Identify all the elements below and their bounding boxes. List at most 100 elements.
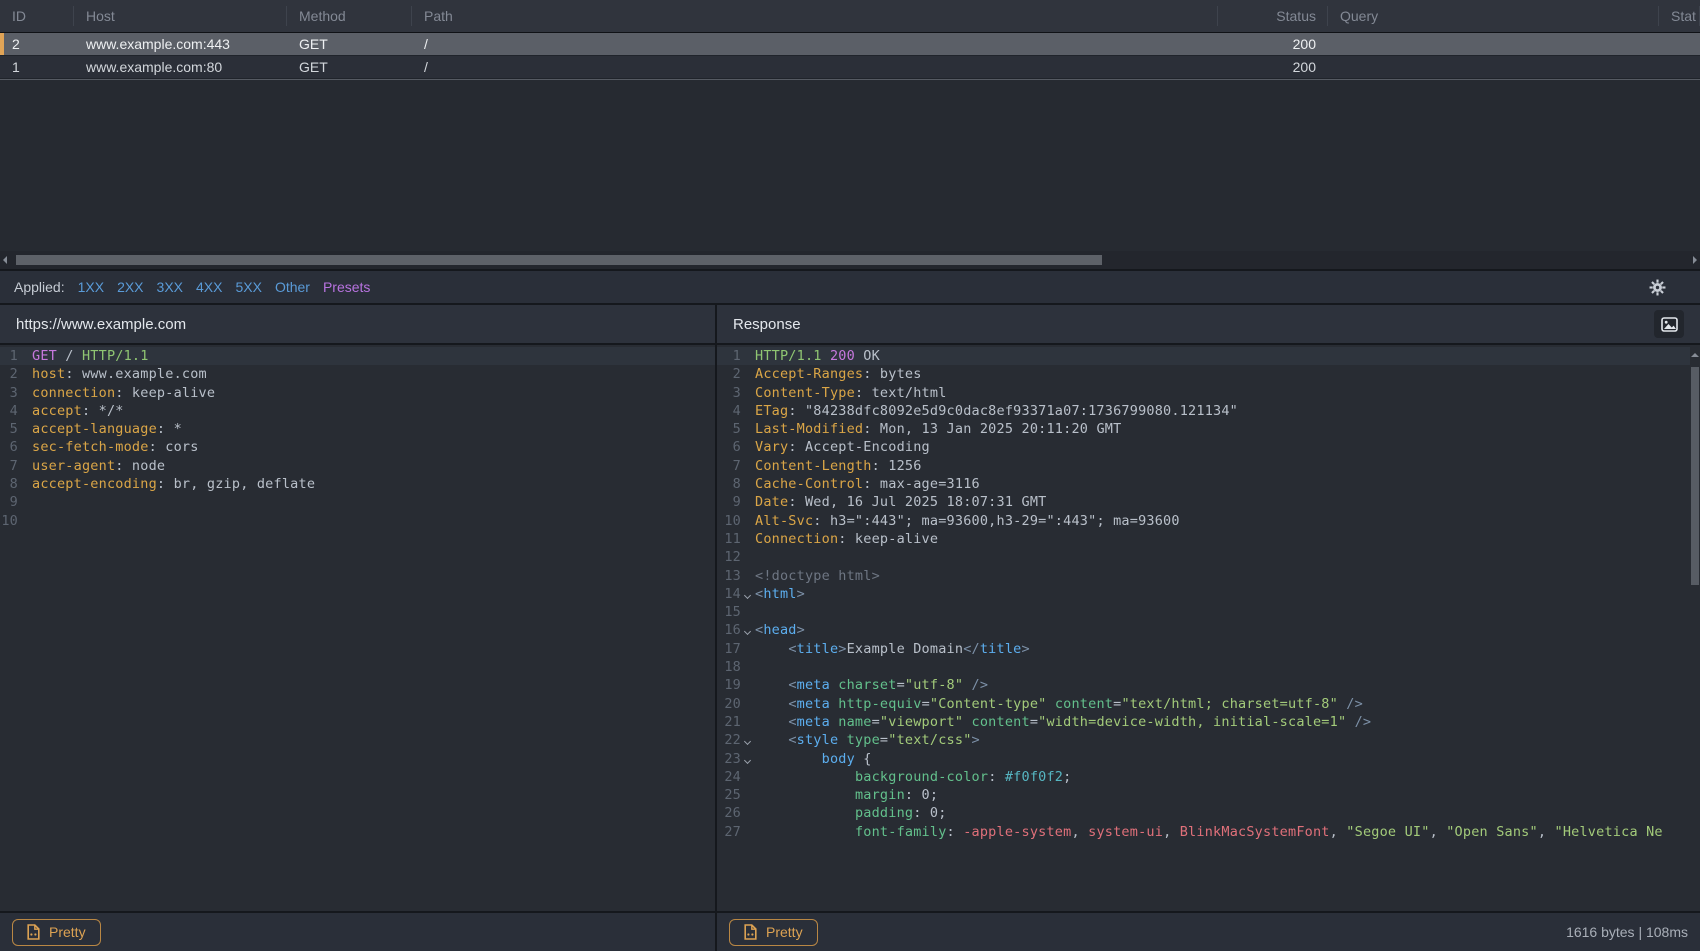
filter-4xx[interactable]: 4XX (196, 279, 222, 295)
filter-1xx[interactable]: 1XX (78, 279, 104, 295)
fold-gutter (18, 420, 32, 438)
horizontal-scrollbar-thumb[interactable] (16, 255, 1102, 265)
horizontal-scrollbar[interactable] (0, 251, 1700, 271)
code-text: <head> (755, 621, 805, 639)
code-text: font-family: -apple-system, system-ui, B… (755, 823, 1663, 841)
line-number: 21 (717, 713, 741, 731)
fold-gutter (741, 365, 755, 383)
table-row[interactable]: 2www.example.com:443GET/200 (0, 33, 1700, 56)
line-number: 17 (717, 640, 741, 658)
gear-icon[interactable] (1649, 279, 1666, 296)
request-bottom-bar: Pretty (0, 911, 715, 951)
fold-gutter (741, 530, 755, 548)
fold-gutter (741, 548, 755, 566)
line-number: 22 (717, 731, 741, 749)
fold-gutter (18, 475, 32, 493)
code-text: Cache-Control: max-age=3116 (755, 475, 980, 493)
line-number: 19 (717, 676, 741, 694)
fold-chevron-down-icon[interactable] (741, 731, 755, 749)
fold-gutter (741, 567, 755, 585)
code-line: 19 <meta charset="utf-8" /> (717, 676, 1700, 694)
line-number: 26 (717, 804, 741, 822)
fold-gutter (18, 402, 32, 420)
response-title: Response (733, 316, 801, 333)
line-number: 5 (717, 420, 741, 438)
request-pretty-button[interactable]: Pretty (12, 919, 101, 946)
column-header-status[interactable]: Status (1218, 0, 1328, 32)
filter-2xx[interactable]: 2XX (117, 279, 143, 295)
line-number: 3 (0, 384, 18, 402)
line-number: 9 (0, 493, 18, 511)
code-line: 13<!doctype html> (717, 567, 1700, 585)
column-header-id[interactable]: ID (0, 0, 74, 32)
fold-gutter (18, 457, 32, 475)
code-line: 1HTTP/1.1 200 OK (717, 347, 1700, 365)
fold-chevron-down-icon[interactable] (741, 750, 755, 768)
fold-chevron-down-icon[interactable] (741, 585, 755, 603)
column-header-path[interactable]: Path (412, 0, 1218, 32)
code-line: 5 Last-Modified: Mon, 13 Jan 2025 20:11:2… (717, 420, 1700, 438)
request-url: https://www.example.com (16, 316, 186, 333)
vertical-scrollbar-thumb[interactable] (1691, 367, 1699, 585)
code-line: 25 margin: 0; (717, 786, 1700, 804)
http-proxy-app: IDHostMethodPathStatusQueryStat 2www.exa… (0, 0, 1700, 951)
code-line: 24 background-color: #f0f0f2; (717, 768, 1700, 786)
scroll-right-arrow-icon[interactable] (1693, 256, 1697, 264)
filter-other[interactable]: Other (275, 279, 310, 295)
vertical-scrollbar[interactable] (1690, 345, 1700, 911)
cell-id: 2 (0, 36, 74, 52)
response-pretty-button[interactable]: Pretty (729, 919, 818, 946)
line-number: 1 (717, 347, 741, 365)
code-text: <html> (755, 585, 805, 603)
code-text: body { (755, 750, 872, 768)
column-header-query[interactable]: Query (1328, 0, 1659, 32)
code-line: 23 body { (717, 750, 1700, 768)
line-number: 1 (0, 347, 18, 365)
code-line: 9Date: Wed, 16 Jul 2025 18:07:31 GMT (717, 493, 1700, 511)
column-header-stat[interactable]: Stat (1659, 0, 1700, 32)
code-text: background-color: #f0f0f2; (755, 768, 1071, 786)
fold-gutter (741, 695, 755, 713)
response-panel-header: Response (717, 305, 1700, 345)
code-text: accept-language: * (32, 420, 182, 438)
table-row[interactable]: 1www.example.com:80GET/200 (0, 56, 1700, 79)
filter-3xx[interactable]: 3XX (157, 279, 183, 295)
code-line: 10 (0, 512, 715, 530)
response-preview-button[interactable] (1654, 310, 1684, 338)
column-header-method[interactable]: Method (287, 0, 412, 32)
response-lines: 1HTTP/1.1 200 OK2Accept-Ranges: bytes3Co… (717, 347, 1700, 841)
request-code-editor[interactable]: 1GET / HTTP/1.12host: www.example.com3co… (0, 345, 715, 911)
code-line: 8Cache-Control: max-age=3116 (717, 475, 1700, 493)
code-text: <meta http-equiv="Content-type" content=… (755, 695, 1363, 713)
code-text: <meta name="viewport" content="width=dev… (755, 713, 1371, 731)
line-number: 10 (717, 512, 741, 530)
line-number: 10 (0, 512, 18, 530)
fold-gutter (741, 384, 755, 402)
code-line: 4ETag: "84238dfc8092e5d9c0dac8ef93371a07… (717, 402, 1700, 420)
filter-5xx[interactable]: 5XX (235, 279, 261, 295)
code-line: 4accept: */* (0, 402, 715, 420)
code-text: Connection: keep-alive (755, 530, 938, 548)
fold-gutter (741, 493, 755, 511)
line-number: 3 (717, 384, 741, 402)
line-number: 18 (717, 658, 741, 676)
line-number: 16 (717, 621, 741, 639)
line-number: 20 (717, 695, 741, 713)
fold-chevron-down-icon[interactable] (741, 621, 755, 639)
code-line: 8accept-encoding: br, gzip, deflate (0, 475, 715, 493)
applied-label: Applied: (14, 279, 65, 295)
line-number: 27 (717, 823, 741, 841)
cell-path: / (412, 59, 1218, 75)
response-code-editor[interactable]: 1HTTP/1.1 200 OK2Accept-Ranges: bytes3Co… (717, 345, 1700, 911)
line-number: 24 (717, 768, 741, 786)
line-number: 4 (0, 402, 18, 420)
code-line: 2host: www.example.com (0, 365, 715, 383)
code-text: Last-Modified: Mon, 13 Jan 2025 20:11:20… (755, 420, 1121, 438)
presets-link[interactable]: Presets (323, 279, 370, 295)
fold-gutter (741, 347, 755, 365)
column-header-host[interactable]: Host (74, 0, 287, 32)
code-line: 20 <meta http-equiv="Content-type" conte… (717, 695, 1700, 713)
scroll-left-arrow-icon[interactable] (3, 256, 7, 264)
request-panel: https://www.example.com 1GET / HTTP/1.12… (0, 305, 717, 951)
scroll-up-arrow-icon[interactable] (1691, 353, 1699, 357)
